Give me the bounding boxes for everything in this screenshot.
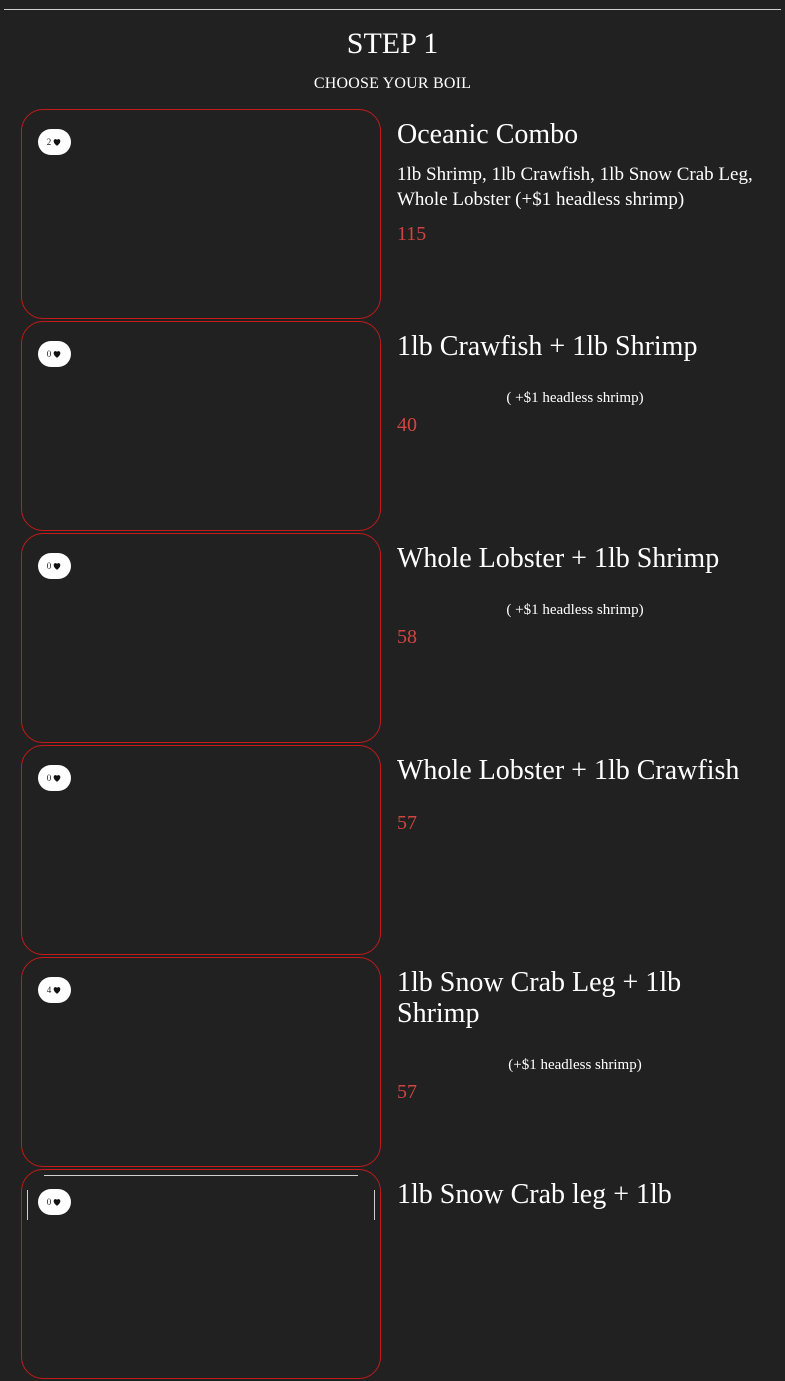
boil-info: Oceanic Combo 1lb Shrimp, 1lb Crawfish, … <box>397 109 757 246</box>
boil-price: 58 <box>397 626 417 648</box>
boil-image-card[interactable]: 4 <box>21 957 381 1167</box>
like-count: 0 <box>46 349 52 359</box>
step-header: STEP 1 CHOOSE YOUR BOIL <box>0 26 785 94</box>
boil-info: 1lb Crawfish + 1lb Shrimp ( +$1 headless… <box>397 321 757 437</box>
like-button[interactable]: 0 <box>38 765 71 791</box>
like-button[interactable]: 0 <box>38 341 71 367</box>
like-button[interactable]: 0 <box>38 1189 71 1215</box>
like-count: 4 <box>46 985 52 995</box>
step-subtitle: CHOOSE YOUR BOIL <box>313 75 472 92</box>
boil-description: 1lb Shrimp, 1lb Crawfish, 1lb Snow Crab … <box>397 164 753 210</box>
boil-note: (+$1 headless shrimp) <box>508 1057 642 1073</box>
boil-item-snowcrab-partial: 0 1lb Snow Crab leg + 1lb <box>0 1169 785 1381</box>
like-button[interactable]: 2 <box>38 129 71 155</box>
like-count: 0 <box>46 1197 52 1207</box>
boil-image-card[interactable]: 0 <box>21 533 381 743</box>
boil-name[interactable]: 1lb Crawfish + 1lb Shrimp <box>397 331 757 362</box>
boil-image-card[interactable]: 0 <box>21 1169 381 1379</box>
boil-note: ( +$1 headless shrimp) <box>506 390 644 406</box>
boil-price: 40 <box>397 414 417 436</box>
step-title: STEP 1 <box>346 27 439 60</box>
like-button[interactable]: 0 <box>38 553 71 579</box>
boil-name[interactable]: 1lb Snow Crab Leg + 1lb Shrimp <box>397 967 757 1029</box>
boil-info: Whole Lobster + 1lb Shrimp ( +$1 headles… <box>397 533 757 649</box>
like-count: 2 <box>46 137 52 147</box>
boil-name[interactable]: Oceanic Combo <box>397 119 757 150</box>
image-frame-edge <box>374 1190 375 1220</box>
boil-info: 1lb Snow Crab leg + 1lb <box>397 1169 757 1210</box>
boil-image-card[interactable]: 2 <box>21 109 381 319</box>
boil-item-oceanic-combo: 2 Oceanic Combo 1lb Shrimp, 1lb Crawfish… <box>0 109 785 321</box>
image-frame-edge <box>27 1190 28 1220</box>
heart-icon <box>52 137 62 147</box>
boil-name[interactable]: Whole Lobster + 1lb Crawfish <box>397 755 757 786</box>
boil-info: Whole Lobster + 1lb Crawfish 57 <box>397 745 757 835</box>
image-frame-edge <box>44 1175 358 1176</box>
like-count: 0 <box>46 773 52 783</box>
boil-note: ( +$1 headless shrimp) <box>506 602 644 618</box>
heart-icon <box>52 349 62 359</box>
boil-info: 1lb Snow Crab Leg + 1lb Shrimp (+$1 head… <box>397 957 757 1104</box>
top-divider <box>4 9 781 10</box>
heart-icon <box>52 985 62 995</box>
boil-image-card[interactable]: 0 <box>21 321 381 531</box>
like-button[interactable]: 4 <box>38 977 71 1003</box>
boil-price: 57 <box>397 812 417 834</box>
boil-price: 115 <box>397 223 427 245</box>
boil-item-snowcrab-shrimp: 4 1lb Snow Crab Leg + 1lb Shrimp (+$1 he… <box>0 957 785 1169</box>
boil-item-crawfish-shrimp: 0 1lb Crawfish + 1lb Shrimp ( +$1 headle… <box>0 321 785 533</box>
boil-item-lobster-shrimp: 0 Whole Lobster + 1lb Shrimp ( +$1 headl… <box>0 533 785 745</box>
heart-icon <box>52 1197 62 1207</box>
heart-icon <box>52 561 62 571</box>
boil-item-lobster-crawfish: 0 Whole Lobster + 1lb Crawfish 57 <box>0 745 785 957</box>
heart-icon <box>52 773 62 783</box>
boil-image-card[interactable]: 0 <box>21 745 381 955</box>
boil-name[interactable]: 1lb Snow Crab leg + 1lb <box>397 1179 757 1210</box>
boil-price: 57 <box>397 1081 417 1103</box>
like-count: 0 <box>46 561 52 571</box>
boil-name[interactable]: Whole Lobster + 1lb Shrimp <box>397 543 757 574</box>
